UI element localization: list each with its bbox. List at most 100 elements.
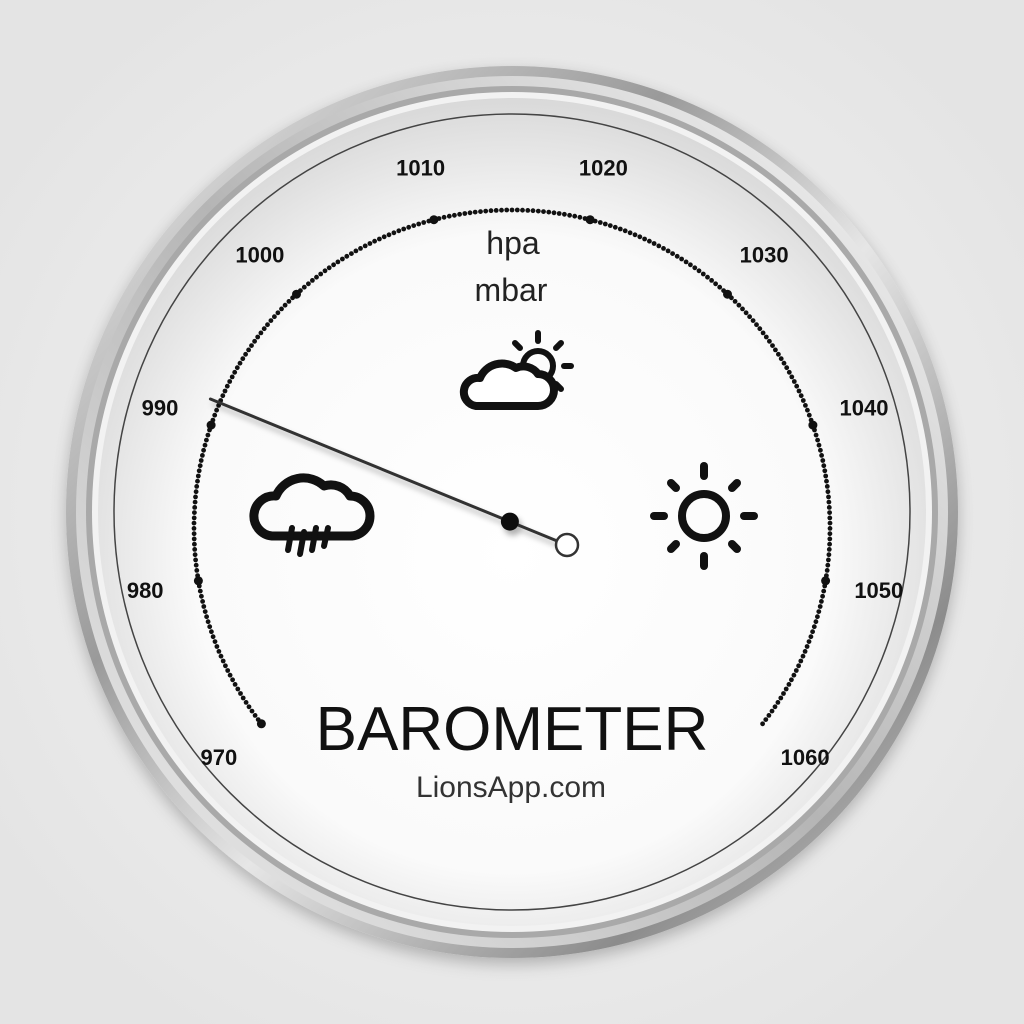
scale-minor-dot [773,347,778,353]
scale-minor-dot [218,653,224,659]
scale-minor-dot [827,541,832,547]
scale-minor-dot [688,262,693,268]
scale-minor-dot [778,695,784,701]
scale-minor-dot [793,668,799,673]
scale-minor-dot [791,672,797,678]
scale-minor-dot [826,552,832,558]
brand-label: LionsApp.com [416,771,606,804]
scale-label-1010: 1010 [396,155,445,180]
scale-minor-dot [191,526,197,531]
scale-minor-dot [815,614,820,620]
scale-minor-dot [821,463,827,469]
scale-minor-dot [806,639,812,644]
scale-minor-dot [821,588,827,594]
scale-minor-dot [223,663,228,669]
scale-minor-dot [467,210,473,216]
scale-minor-dot [791,379,797,384]
unit-label-mbar: mbar [475,272,548,308]
scale-minor-dot [602,221,608,227]
scale-minor-dot [504,207,510,213]
scale-minor-dot [520,207,525,213]
scale-minor-dot [204,614,210,620]
scale-minor-dot [754,322,759,328]
scale-minor-dot [747,314,752,320]
scale-minor-dot [227,672,233,678]
scale-minor-dot [826,505,832,510]
scale-minor-dot [331,262,336,268]
scale-minor-dot [493,208,499,213]
scale-minor-dot [789,677,794,683]
scale-label-1000: 1000 [235,243,284,268]
scale-minor-dot [457,211,462,217]
scale-minor-dot [192,552,198,558]
scale-minor-dot [713,281,718,287]
scale-minor-dot [225,668,231,673]
barometer-gauge: 970 980 990 1000 1010 1020 1030 1040 1050 1060 hp… [0,0,1024,1024]
scale-minor-dot [195,478,200,484]
scale-minor-dot [195,573,201,578]
scale-minor-dot [195,473,201,479]
scale-minor-dot [827,515,833,521]
scale-minor-dot [827,510,832,515]
scale-minor-dot [416,221,422,227]
scale-minor-dot [258,330,264,336]
scale-minor-dot [214,407,220,413]
scale-minor-dot [298,288,303,293]
scale-minor-dot [301,284,307,290]
scale-minor-dot [826,494,831,500]
scale-minor-dot [252,713,258,718]
scale-minor-dot [200,453,205,458]
scale-minor-dot [265,322,270,328]
scale-minor-dot [462,211,468,216]
scale-minor-dot [436,216,442,221]
scale-minor-dot [661,246,666,251]
scale-minor-dot [592,218,598,224]
scale-minor-dot [191,520,197,526]
scale-minor-dot [478,209,483,215]
scale-minor-dot [318,271,324,277]
scale-minor-dot [562,211,567,217]
scale-minor-dot [656,243,662,249]
scale-minor-dot [810,629,815,635]
scale-minor-dot [683,259,689,265]
scale-minor-dot [232,682,238,687]
scale-minor-dot [815,437,820,443]
scale-minor-dot [249,708,255,714]
scale-minor-dot [819,453,824,458]
scale-minor-dot [255,334,261,340]
scale-minor-dot [441,214,447,220]
scale-minor-dot [812,427,817,433]
scale-minor-dot [769,708,775,714]
scale-minor-dot [191,531,197,537]
scale-minor-dot [200,599,206,604]
scale-minor-dot [194,568,200,573]
scale-minor-dot [191,536,197,542]
scale-minor-dot [210,634,216,640]
needle-pivot [554,532,580,558]
scale-minor-dot [556,211,562,216]
scale-minor-dot [235,686,241,692]
scale-label-1020: 1020 [579,155,628,180]
scale-minor-dot [198,458,204,463]
scale-minor-dot [367,241,373,246]
scale-minor-dot [750,318,756,323]
scale-minor-dot [201,604,207,609]
scale-minor-dot [696,268,702,274]
scale-minor-dot [452,212,457,218]
unit-label-hpa: hpa [486,225,540,261]
scale-minor-dot [800,398,806,403]
scale-minor-dot [617,226,623,232]
scale-minor-dot [194,484,200,489]
scale-minor-dot [243,700,249,705]
scale-minor-dot [193,494,198,500]
scale-label-1050: 1050 [854,578,903,603]
scale-minor-dot [224,383,230,389]
scale-minor-dot [820,593,825,599]
scale-minor-dot [192,499,198,505]
scale-minor-dot [827,526,833,531]
scale-minor-dot [732,299,738,304]
scale-minor-dot [794,383,800,389]
scale-minor-dot [770,343,775,348]
scale-minor-dot [446,213,452,219]
scale-minor-dot [816,442,822,448]
